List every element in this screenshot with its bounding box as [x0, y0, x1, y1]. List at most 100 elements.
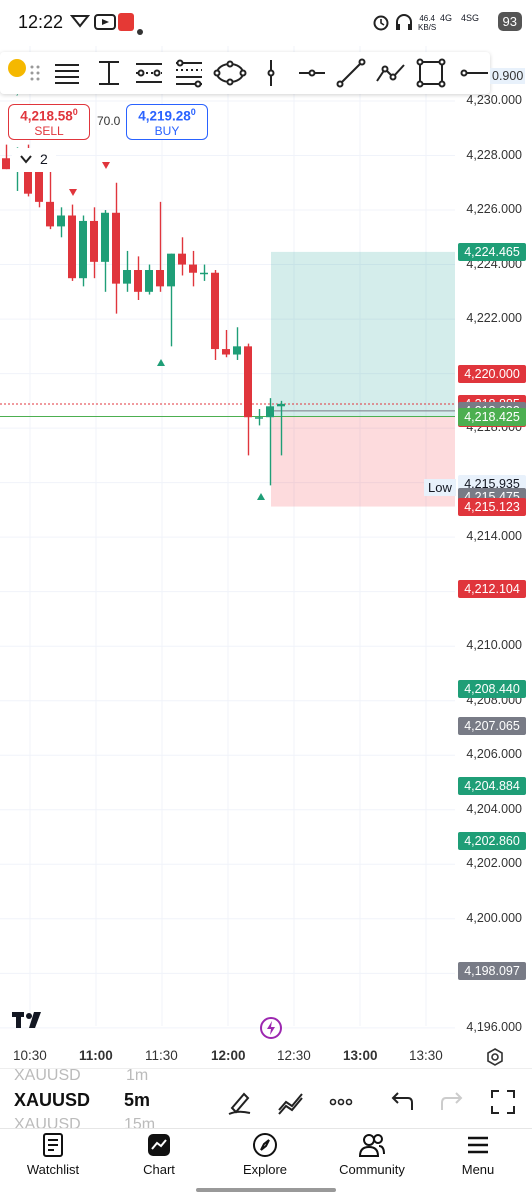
buy-signal-marker [257, 493, 265, 500]
signal-2: 4SG [461, 13, 480, 23]
price-axis-tick: 4,230.000 [466, 93, 522, 107]
fib-retracement-icon[interactable] [172, 56, 206, 90]
candle-body [156, 270, 164, 287]
time-axis-tick: 12:00 [211, 1048, 246, 1063]
price-axis-tick: 4,196.000 [466, 1019, 522, 1034]
candle-body [79, 220, 87, 279]
price-label: 4,198.097 [458, 961, 526, 980]
candle-body [68, 215, 76, 279]
candle-body [266, 406, 274, 418]
price-axis-tick: 4,210.000 [466, 638, 522, 653]
nav-chart-label: Chart [143, 1162, 175, 1177]
more-dot-icon [137, 20, 143, 40]
notification-icon [69, 13, 91, 34]
price-label: 4,204.884 [458, 776, 526, 795]
price-axis-tick: 4,200.000 [466, 910, 522, 925]
candle-body [2, 158, 10, 170]
parallel-channel-icon[interactable] [132, 56, 166, 90]
spread-value: 70.0 [97, 114, 121, 128]
nav-menu[interactable]: Menu [428, 1132, 528, 1177]
candle-body [244, 346, 252, 418]
compass-icon [253, 1133, 277, 1157]
nav-community-label: Community [339, 1162, 405, 1177]
path-icon[interactable] [374, 56, 408, 90]
price-axis-tick: 4,214.000 [466, 529, 522, 544]
candle-body [255, 417, 263, 419]
community-icon [358, 1134, 385, 1157]
symbol-current[interactable]: XAUUSD [14, 1090, 90, 1111]
drag-handle-icon[interactable] [30, 64, 40, 87]
home-gesture-bar[interactable] [196, 1188, 336, 1192]
candle-body [90, 220, 98, 262]
more-tools-icon[interactable] [326, 1088, 356, 1116]
indicator-count: 2 [40, 151, 48, 167]
sell-button[interactable]: 4,218.580 SELL [8, 104, 90, 140]
headphones-icon [394, 13, 414, 36]
take-profit-zone [271, 251, 455, 417]
sell-signal-marker [69, 189, 77, 196]
time-axis-tick: 13:30 [409, 1048, 443, 1063]
candle-body [233, 346, 241, 355]
undo-icon[interactable] [386, 1088, 416, 1116]
lines-icon[interactable] [50, 56, 84, 90]
nav-explore-label: Explore [242, 1162, 288, 1177]
tradingview-badge-icon [8, 58, 26, 83]
fullscreen-icon[interactable] [488, 1088, 518, 1116]
candle-body [123, 270, 131, 284]
ellipse-icon[interactable] [213, 56, 247, 90]
status-bar: 12:22 46.4 KB/S 4G 4SG 93 [0, 0, 532, 46]
redo-icon[interactable] [438, 1088, 468, 1116]
price-axis-tick: 4,222.000 [466, 311, 522, 326]
candle-body [134, 270, 142, 292]
battery-indicator: 93 [497, 12, 522, 31]
price-axis-tick: 4,228.000 [466, 147, 522, 162]
price-axis-tick: 4,226.000 [466, 202, 522, 217]
price-label: 4,224.465 [458, 242, 526, 261]
lightning-icon[interactable] [259, 1016, 283, 1045]
symbol-prev[interactable]: XAUUSD [14, 1069, 81, 1085]
collapse-indicators[interactable]: 2 [12, 148, 56, 172]
media-icon [94, 13, 116, 36]
buy-button[interactable]: 4,219.280 BUY [126, 104, 208, 140]
price-axis-tick: 4,206.000 [466, 747, 522, 762]
vertical-line-icon[interactable] [254, 56, 288, 90]
pencil-icon[interactable] [226, 1088, 256, 1116]
nav-chart[interactable]: Chart [109, 1132, 209, 1177]
price-label: 4,215.123 [458, 497, 526, 516]
alarm-icon [372, 13, 390, 36]
price-label: 4,220.000 [458, 364, 526, 383]
vertical-cursor-icon[interactable] [92, 56, 126, 90]
candle-body [101, 212, 109, 262]
candle-body [112, 212, 120, 284]
trend-line-icon[interactable] [334, 56, 368, 90]
interval-prev[interactable]: 1m [126, 1069, 148, 1085]
nav-watchlist[interactable]: Watchlist [3, 1132, 103, 1177]
price-chart[interactable] [0, 46, 532, 1076]
price-axis-tick: 4,202.000 [466, 856, 522, 871]
time-axis-tick: 13:00 [343, 1048, 378, 1063]
candle-body [200, 272, 208, 275]
candle-body [57, 215, 65, 227]
signal-1: 4G [440, 13, 453, 23]
price-label: 4,208.440 [458, 679, 526, 698]
nav-explore[interactable]: Explore [215, 1132, 315, 1177]
net-speed: 46.4 KB/S [418, 14, 437, 32]
time-axis-tick: 12:30 [277, 1048, 311, 1063]
candle-body [167, 253, 175, 287]
horizontal-ray-icon[interactable] [295, 56, 329, 90]
horizontal-line-icon[interactable] [454, 56, 488, 90]
price-axis-tick: 4,204.000 [466, 801, 522, 816]
partial-price-label: 0.900 [490, 68, 526, 84]
nav-watchlist-label: Watchlist [26, 1162, 80, 1177]
trend-tools-icon[interactable] [276, 1088, 306, 1116]
chevron-down-icon [20, 155, 32, 164]
time-axis-tick: 10:30 [13, 1048, 47, 1063]
rectangle-icon[interactable] [414, 56, 448, 90]
candle-body [222, 349, 230, 355]
drawing-toolbar [0, 52, 490, 94]
nav-community[interactable]: Community [322, 1132, 422, 1177]
watchlist-icon [43, 1133, 63, 1157]
nav-menu-label: Menu [461, 1162, 495, 1177]
price-label: 4,212.104 [458, 579, 526, 598]
interval-current[interactable]: 5m [124, 1090, 150, 1111]
